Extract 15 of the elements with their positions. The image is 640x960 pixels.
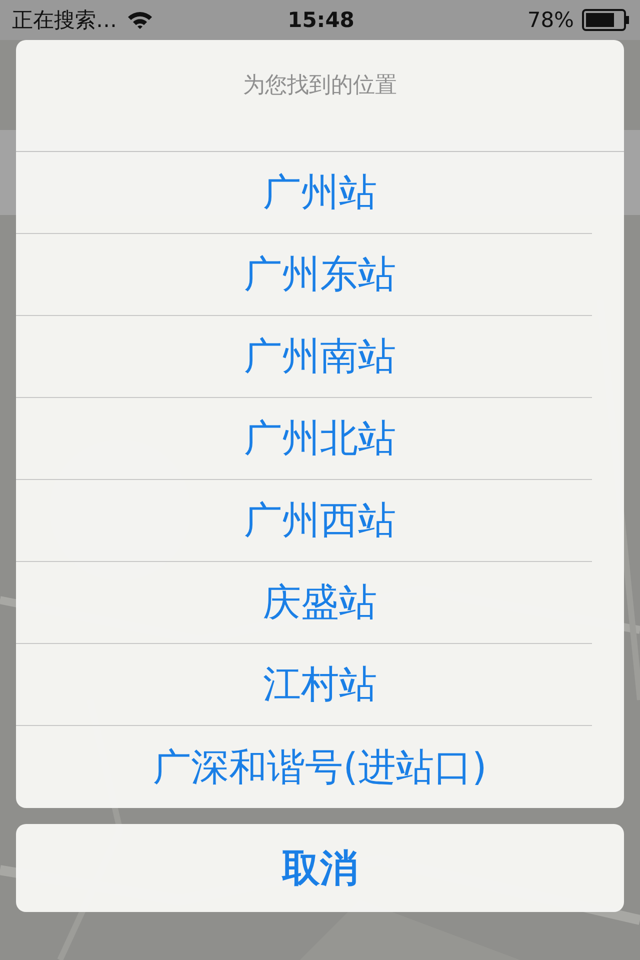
battery-percentage: 78% <box>527 8 574 32</box>
battery-icon <box>582 9 630 31</box>
location-option[interactable]: 广州南站 <box>16 316 592 398</box>
location-option[interactable]: 广州站 <box>16 152 592 234</box>
location-option[interactable]: 广深和谐号(进站口) <box>16 726 592 808</box>
cancel-button[interactable]: 取消 <box>16 824 624 912</box>
location-option[interactable]: 江村站 <box>16 644 592 726</box>
sheet-title: 为您找到的位置 <box>243 73 397 98</box>
wifi-icon <box>127 10 153 30</box>
location-option[interactable]: 庆盛站 <box>16 562 592 644</box>
location-option[interactable]: 广州东站 <box>16 234 592 316</box>
location-option[interactable]: 广州西站 <box>16 480 592 562</box>
clock-time: 15:48 <box>288 8 354 32</box>
carrier-text: 正在搜索… <box>12 7 117 34</box>
location-option[interactable]: 广州北站 <box>16 398 592 480</box>
